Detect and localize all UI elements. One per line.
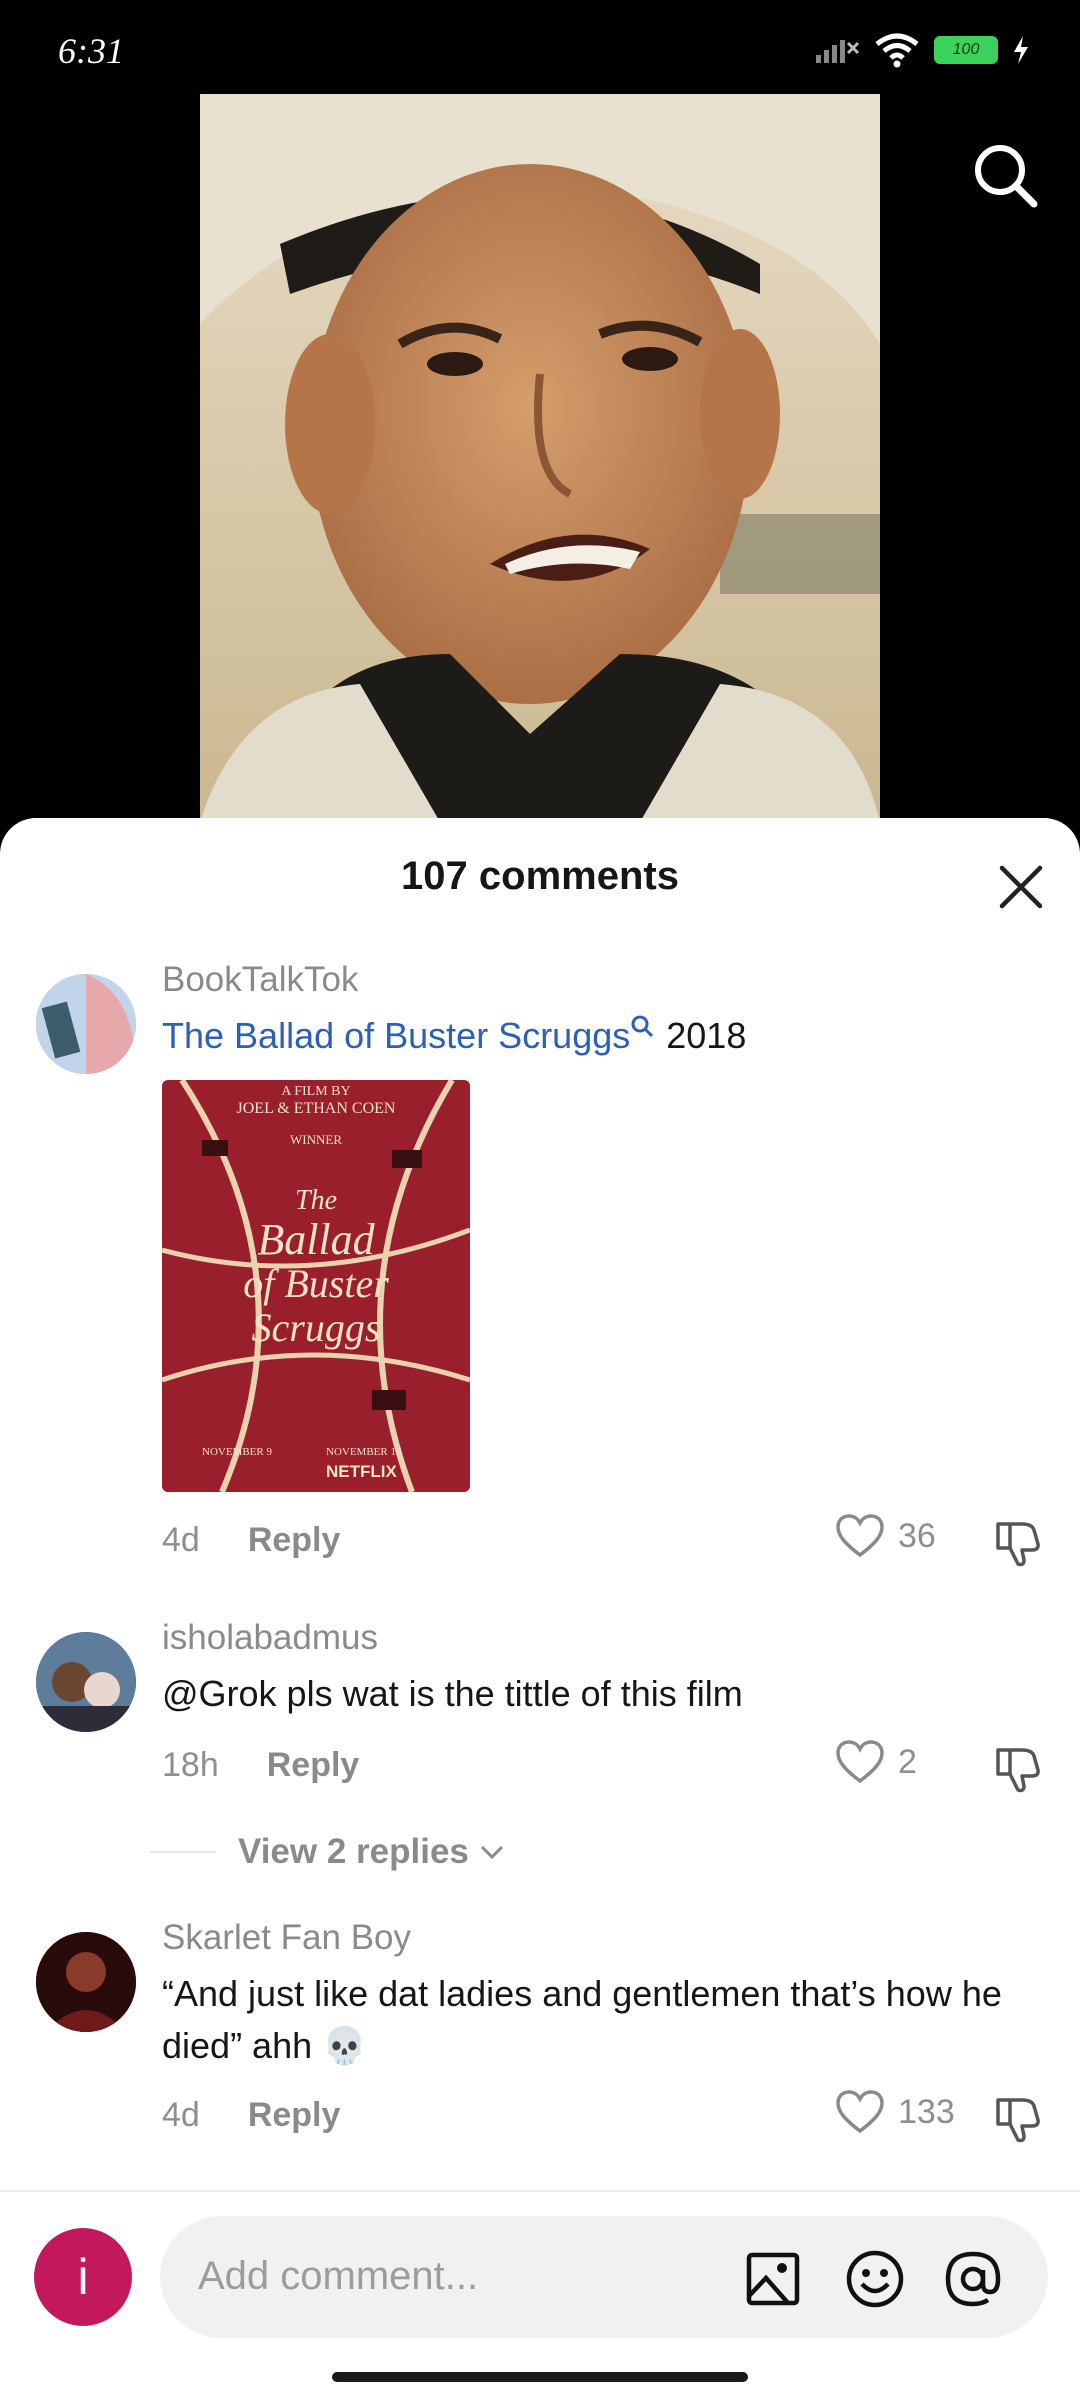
view-replies-button[interactable]: View 2 replies xyxy=(238,1832,505,1872)
comment-meta: 4d Reply xyxy=(162,2096,340,2135)
avatar-image xyxy=(36,1932,136,2032)
search-link-icon[interactable] xyxy=(630,1014,656,1040)
heart-icon[interactable] xyxy=(836,1514,884,1558)
poster-title-3: of Buster xyxy=(243,1261,389,1306)
video-frame[interactable] xyxy=(200,94,880,822)
comment-username[interactable]: Skarlet Fan Boy xyxy=(162,1918,411,1958)
comment-age: 4d xyxy=(162,1521,200,1559)
avatar[interactable] xyxy=(36,1932,136,2032)
comment-text: “And just like dat ladies and gentlemen … xyxy=(162,1973,1002,2066)
poster-line2: JOEL & ETHAN COEN xyxy=(236,1100,396,1117)
like-button[interactable]: 36 xyxy=(836,1514,936,1558)
replies-divider xyxy=(150,1851,216,1853)
status-bar: 6:31 100 xyxy=(0,0,1080,100)
video-still-image xyxy=(200,94,880,822)
reply-button[interactable]: Reply xyxy=(248,1521,341,1559)
poster-title-4: Scruggs xyxy=(251,1305,381,1350)
chevron-down-icon xyxy=(480,1845,503,1860)
comments-sheet: 107 comments BookTalkTok The Ballad of B… xyxy=(0,818,1080,2400)
home-indicator xyxy=(332,2372,748,2382)
mention-icon[interactable] xyxy=(942,2248,1004,2310)
comment-input[interactable]: Add comment... xyxy=(160,2216,1048,2338)
poster-title-2: Ballad xyxy=(257,1215,375,1264)
reply-button[interactable]: Reply xyxy=(267,1746,360,1784)
view-replies-label: View 2 replies xyxy=(238,1832,469,1871)
reply-button[interactable]: Reply xyxy=(248,2096,341,2134)
poster-title-1: The xyxy=(295,1185,337,1216)
like-count: 36 xyxy=(898,1516,936,1555)
poster-title: The Ballad of Buster Scruggs xyxy=(162,1184,470,1350)
signal-icon xyxy=(816,40,860,63)
like-count: 133 xyxy=(898,2092,955,2131)
image-icon[interactable] xyxy=(742,2248,804,2310)
avatar-image xyxy=(36,1632,136,1732)
emoji-icon[interactable] xyxy=(844,2248,906,2310)
poster-badge: WINNER xyxy=(290,1132,342,1147)
wifi-icon xyxy=(875,33,919,68)
comments-count-title: 107 comments xyxy=(401,854,679,898)
search-icon[interactable] xyxy=(970,140,1040,210)
battery-level: 100 xyxy=(937,39,995,61)
film-year: 2018 xyxy=(656,1015,747,1056)
charging-icon xyxy=(1014,36,1028,64)
poster-right-note: NOVEMBER 16 xyxy=(326,1446,402,1458)
comment-text: @Grok pls wat is the tittle of this film xyxy=(162,1673,743,1714)
comment-age: 4d xyxy=(162,2096,200,2134)
like-count: 2 xyxy=(898,1742,917,1781)
comment-input-placeholder: Add comment... xyxy=(198,2254,479,2298)
poster-brand: NETFLIX xyxy=(326,1462,397,1481)
avatar-image xyxy=(36,974,136,1074)
close-icon[interactable] xyxy=(994,860,1048,914)
like-button[interactable]: 2 xyxy=(836,1740,917,1784)
battery-icon: 100 xyxy=(934,36,998,64)
avatar[interactable] xyxy=(36,974,136,1074)
avatar[interactable] xyxy=(36,1632,136,1732)
user-avatar[interactable]: i xyxy=(34,2228,132,2326)
poster-line1: A FILM BY xyxy=(281,1084,351,1099)
heart-icon[interactable] xyxy=(836,2090,884,2134)
comment-username[interactable]: BookTalkTok xyxy=(162,960,358,1000)
like-button[interactable]: 133 xyxy=(836,2090,955,2134)
comment-meta: 18h Reply xyxy=(162,1746,359,1785)
comment-username[interactable]: isholabadmus xyxy=(162,1618,378,1658)
comment-text: The Ballad of Buster Scruggs 2018 xyxy=(162,1010,1042,1062)
status-icons: 100 xyxy=(814,30,1030,70)
heart-icon[interactable] xyxy=(836,1740,884,1784)
film-link[interactable]: The Ballad of Buster Scruggs xyxy=(162,1015,630,1056)
comment-age: 18h xyxy=(162,1746,219,1784)
status-time: 6:31 xyxy=(58,31,124,71)
comment-input-bar: i Add comment... xyxy=(0,2190,1080,2402)
dislike-icon[interactable] xyxy=(992,1744,1044,1796)
dislike-icon[interactable] xyxy=(992,1518,1044,1570)
dislike-icon[interactable] xyxy=(992,2094,1044,2146)
poster-left-note: NOVEMBER 9 xyxy=(202,1446,272,1458)
comment-meta: 4d Reply xyxy=(162,1521,340,1560)
movie-poster[interactable]: A FILM BY JOEL & ETHAN COEN WINNER The B… xyxy=(162,1080,470,1492)
